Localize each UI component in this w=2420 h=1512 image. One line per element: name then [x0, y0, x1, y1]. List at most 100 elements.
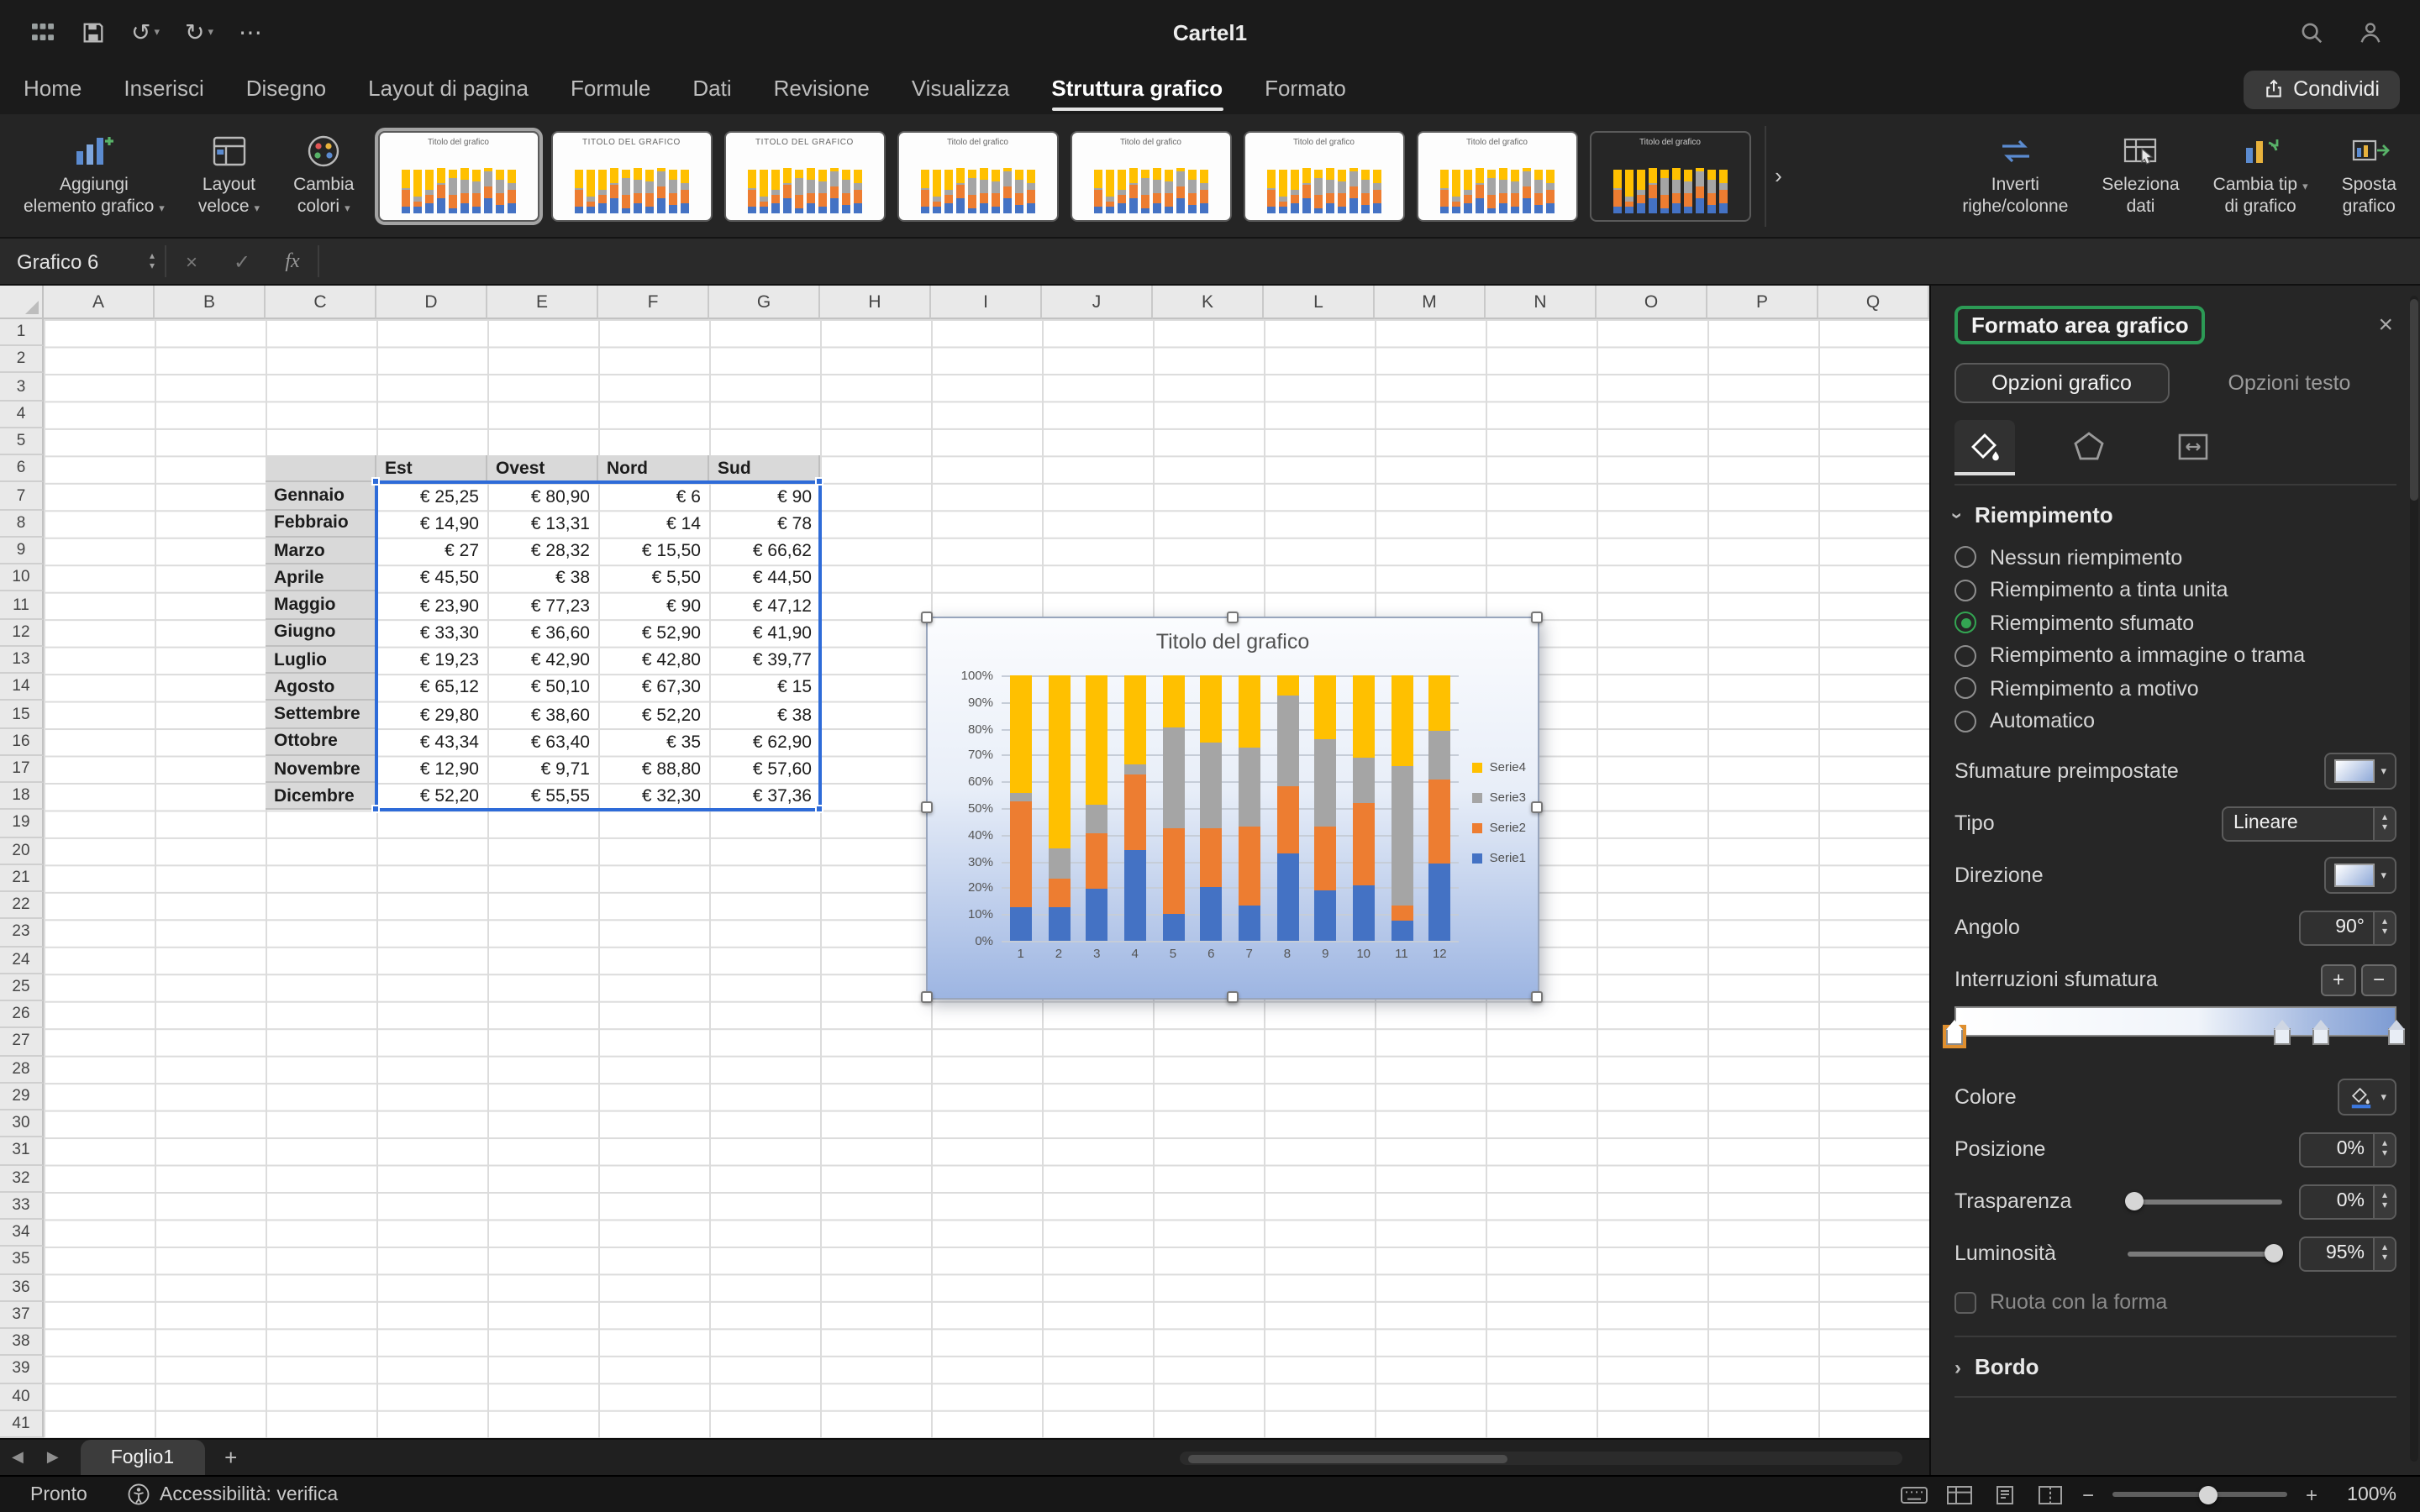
chart-style-thumbnail[interactable]: Titolo del grafico	[897, 130, 1058, 221]
bar-segment[interactable]	[1162, 728, 1184, 828]
row-header-32[interactable]: 32	[0, 1165, 44, 1192]
ribbon-tab-disegno[interactable]: Disegno	[246, 68, 326, 110]
gradient-stop[interactable]	[1946, 1028, 1963, 1045]
bar-segment[interactable]	[1353, 757, 1375, 802]
chart-resize-handle[interactable]	[1226, 991, 1238, 1003]
value-cell[interactable]: € 32,30	[598, 783, 709, 810]
bar-segment[interactable]	[1124, 675, 1146, 764]
stepper[interactable]: ▴▾	[2373, 1133, 2395, 1165]
row-header-41[interactable]: 41	[0, 1411, 44, 1438]
gradient-stop[interactable]	[2313, 1028, 2330, 1045]
normal-view-icon[interactable]	[1946, 1483, 1973, 1505]
chart-legend[interactable]: Serie4Serie3Serie2Serie1	[1473, 759, 1526, 865]
chart-resize-handle[interactable]	[921, 612, 933, 623]
horizontal-scrollbar-thumb[interactable]	[1188, 1454, 1507, 1462]
chart-style-thumbnail[interactable]: Titolo del grafico	[1243, 130, 1404, 221]
ribbon-tab-struttura-grafico[interactable]: Struttura grafico	[1051, 68, 1223, 110]
bar-segment[interactable]	[1086, 889, 1107, 941]
value-cell[interactable]: € 52,90	[598, 619, 709, 646]
fill-option-riempimento-a-motivo[interactable]: Riempimento a motivo	[1954, 672, 2396, 705]
redo-icon[interactable]: ↻▾	[185, 18, 213, 46]
value-cell[interactable]: € 55,55	[487, 783, 598, 810]
add-sheet-button[interactable]: +	[204, 1445, 257, 1470]
value-cell[interactable]: € 63,40	[487, 728, 598, 755]
bar-segment[interactable]	[1239, 906, 1260, 941]
bar-segment[interactable]	[1276, 786, 1298, 853]
value-cell[interactable]: € 90	[709, 483, 820, 510]
value-cell[interactable]: € 9,71	[487, 756, 598, 783]
bar-segment[interactable]	[1010, 794, 1032, 801]
value-cell[interactable]: € 25,25	[376, 483, 487, 510]
row-header-5[interactable]: 5	[0, 428, 44, 455]
row-header-8[interactable]: 8	[0, 510, 44, 537]
stepper[interactable]: ▴▾	[2373, 911, 2395, 943]
row-header-2[interactable]: 2	[0, 346, 44, 373]
value-cell[interactable]: € 36,60	[487, 619, 598, 646]
bar-segment[interactable]	[1391, 906, 1413, 921]
effects-icon[interactable]	[2059, 420, 2119, 475]
fill-option-riempimento-sfumato[interactable]: Riempimento sfumato	[1954, 606, 2396, 639]
people-icon[interactable]	[2358, 19, 2383, 45]
bar-segment[interactable]	[1200, 887, 1222, 941]
chart-plot-area[interactable]: 0%10%20%30%40%50%60%70%80%90%100%1234567…	[1002, 675, 1459, 941]
value-cell[interactable]: € 41,90	[709, 619, 820, 646]
bar-segment[interactable]	[1353, 802, 1375, 885]
preset-gradients-dropdown[interactable]: ▾	[2323, 753, 2396, 790]
legend-item[interactable]: Serie3	[1473, 790, 1526, 805]
change-chart-type-button[interactable]: Cambia tip▾di grafico	[2203, 120, 2318, 231]
stacked-bar[interactable]	[1314, 675, 1336, 941]
column-header-i[interactable]: I	[931, 286, 1042, 319]
row-header-4[interactable]: 4	[0, 401, 44, 428]
prev-sheet-icon[interactable]: ◀	[0, 1448, 35, 1467]
stacked-bar[interactable]	[1010, 675, 1032, 941]
gallery-next-button[interactable]: ›	[1764, 125, 1791, 226]
month-cell[interactable]: Dicembre	[266, 783, 376, 810]
row-header-39[interactable]: 39	[0, 1357, 44, 1383]
ribbon-tab-layout-di-pagina[interactable]: Layout di pagina	[368, 68, 529, 110]
value-cell[interactable]: € 77,23	[487, 592, 598, 619]
table-header-cell[interactable]: Sud	[709, 455, 820, 482]
column-header-m[interactable]: M	[1375, 286, 1486, 319]
column-header-o[interactable]: O	[1597, 286, 1707, 319]
column-header-h[interactable]: H	[820, 286, 931, 319]
column-header-q[interactable]: Q	[1818, 286, 1929, 319]
row-header-15[interactable]: 15	[0, 701, 44, 728]
month-cell[interactable]: Gennaio	[266, 483, 376, 510]
bar-segment[interactable]	[1010, 675, 1032, 794]
bar-segment[interactable]	[1086, 804, 1107, 834]
value-cell[interactable]: € 78	[709, 510, 820, 537]
month-cell[interactable]: Agosto	[266, 674, 376, 701]
range-handle[interactable]	[371, 478, 380, 486]
slider-knob[interactable]	[2265, 1244, 2284, 1263]
value-cell[interactable]: € 65,12	[376, 674, 487, 701]
tab-opzioni-testo[interactable]: Opzioni testo	[2182, 363, 2396, 403]
brightness-slider[interactable]	[2128, 1251, 2282, 1256]
keyboard-icon[interactable]	[1901, 1483, 1928, 1505]
bar-segment[interactable]	[1048, 675, 1070, 848]
move-chart-button[interactable]: Spostagrafico	[2332, 120, 2407, 231]
stacked-bar[interactable]	[1239, 675, 1260, 941]
column-header-d[interactable]: D	[376, 286, 487, 319]
value-cell[interactable]: € 14	[598, 510, 709, 537]
fill-option-riempimento-a-immagine-o-trama[interactable]: Riempimento a immagine o trama	[1954, 639, 2396, 672]
zoom-slider[interactable]	[2112, 1492, 2287, 1497]
value-cell[interactable]: € 42,90	[487, 647, 598, 674]
bar-segment[interactable]	[1162, 914, 1184, 941]
value-cell[interactable]: € 6	[598, 483, 709, 510]
row-header-20[interactable]: 20	[0, 837, 44, 864]
row-header-10[interactable]: 10	[0, 564, 44, 591]
value-cell[interactable]: € 27	[376, 538, 487, 564]
select-data-button[interactable]: Selezionadati	[2091, 120, 2189, 231]
bar-segment[interactable]	[1048, 879, 1070, 908]
chart-resize-handle[interactable]	[921, 991, 933, 1003]
row-header-1[interactable]: 1	[0, 319, 44, 346]
chart-resize-handle[interactable]	[1226, 612, 1238, 623]
gradient-direction-dropdown[interactable]: ▾	[2323, 857, 2396, 894]
size-properties-icon[interactable]	[2163, 420, 2223, 475]
value-cell[interactable]: € 67,30	[598, 674, 709, 701]
legend-item[interactable]: Serie4	[1473, 759, 1526, 774]
zoom-out-button[interactable]: −	[2082, 1483, 2094, 1506]
value-cell[interactable]: € 14,90	[376, 510, 487, 537]
row-header-24[interactable]: 24	[0, 947, 44, 974]
undo-icon[interactable]: ↺▾	[131, 18, 160, 46]
